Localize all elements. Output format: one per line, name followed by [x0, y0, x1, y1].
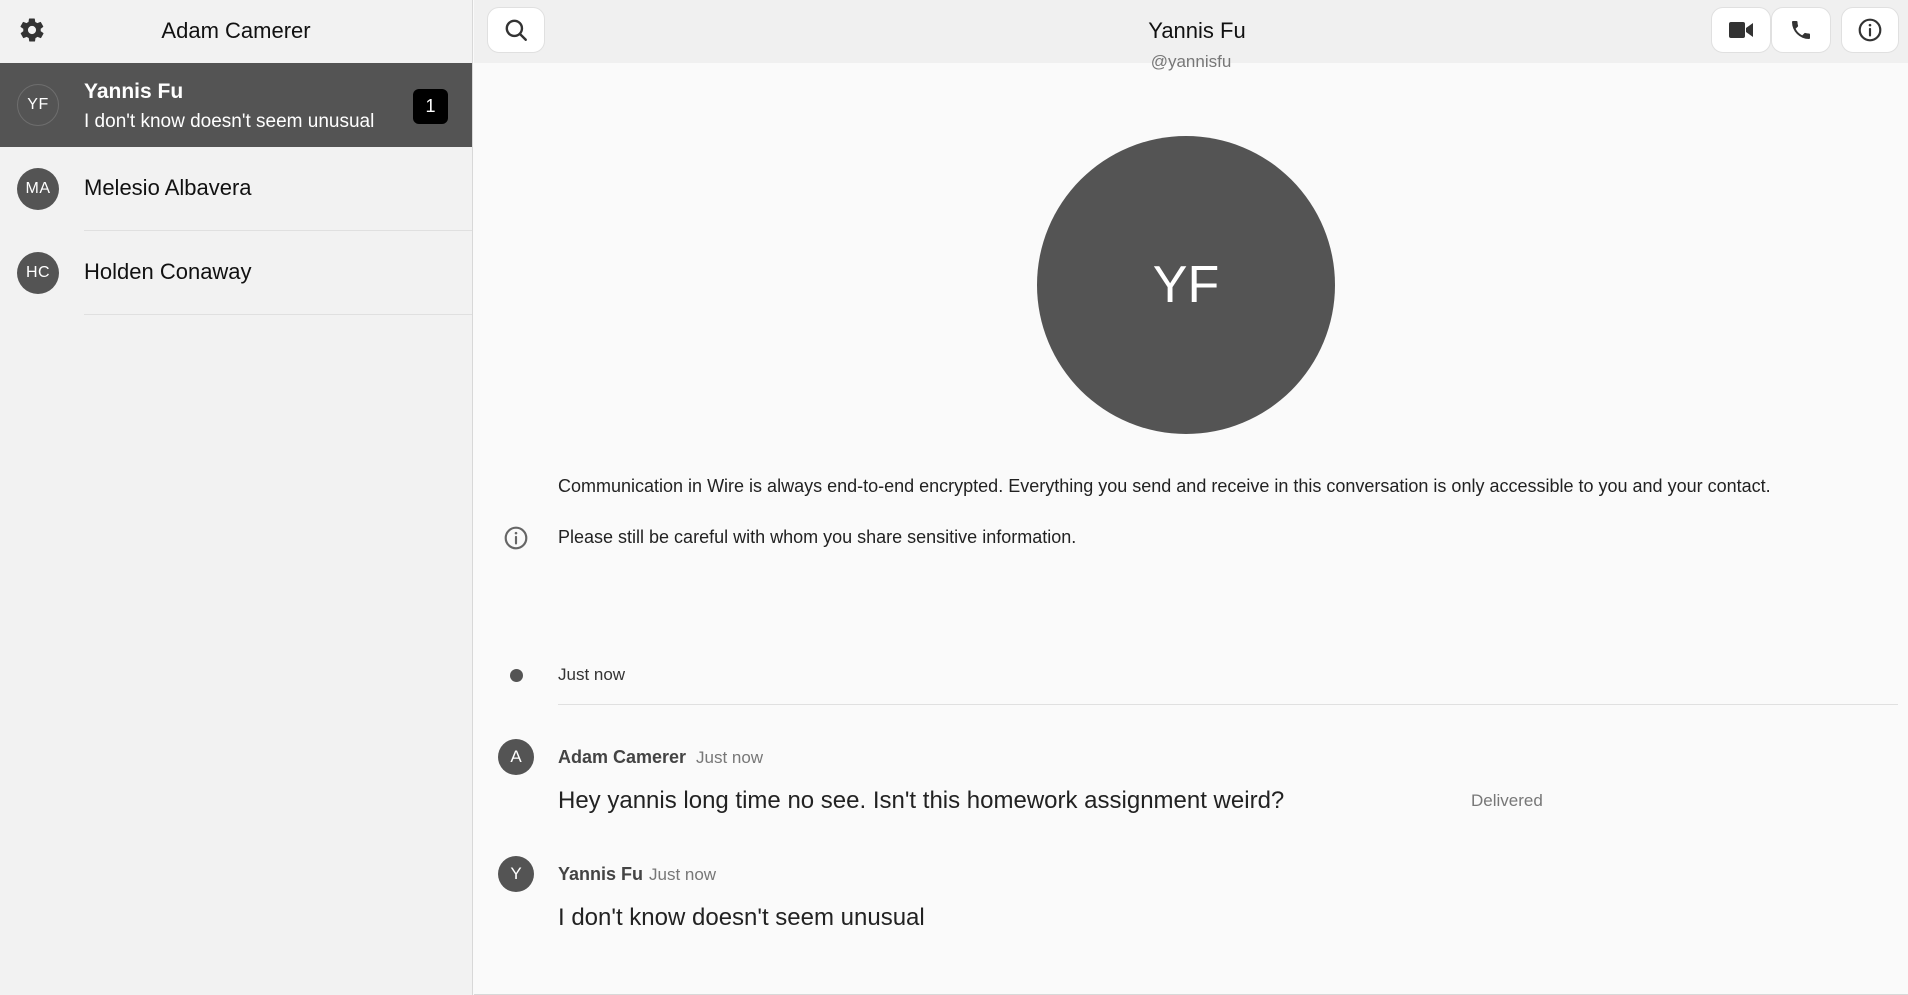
- contact-avatar: YF: [1037, 136, 1335, 434]
- current-user-name: Adam Camerer: [161, 18, 311, 43]
- conversation-info-button[interactable]: [1841, 7, 1899, 53]
- message-sender[interactable]: Yannis Fu: [558, 864, 643, 885]
- avatar: YF: [17, 84, 59, 126]
- conversation-panel: Yannis Fu @yannisfu YF Communication in …: [474, 0, 1908, 995]
- timeline-divider: [558, 704, 1898, 705]
- conversation-name: Melesio Albavera: [84, 175, 252, 200]
- phone-icon: [1792, 21, 1810, 39]
- message-timestamp: Just now: [649, 865, 717, 884]
- message-avatar[interactable]: A: [498, 739, 534, 775]
- conversation-item-yannis-fu[interactable]: YF Yannis Fu I don't know doesn't seem u…: [0, 63, 472, 147]
- message-sender[interactable]: Adam Camerer: [558, 747, 686, 768]
- message-avatar[interactable]: Y: [498, 856, 534, 892]
- encryption-caution: Please still be careful with whom you sh…: [558, 527, 1077, 547]
- conversation-name: Holden Conaway: [84, 259, 252, 284]
- message-status: Delivered: [1471, 791, 1543, 810]
- encryption-notice: Communication in Wire is always end-to-e…: [558, 476, 1771, 496]
- divider: [84, 314, 472, 315]
- last-message-preview: I don't know doesn't seem unusual: [84, 111, 375, 132]
- avatar: MA: [17, 168, 59, 210]
- info-icon: [1858, 18, 1882, 42]
- conversation-item-holden-conaway[interactable]: HC Holden Conaway: [0, 231, 472, 315]
- sidebar-header: Adam Camerer: [0, 0, 472, 63]
- avatar: HC: [17, 252, 59, 294]
- message-text: I don't know doesn't seem unusual: [558, 904, 925, 931]
- message-text: Hey yannis long time no see. Isn't this …: [558, 787, 1285, 814]
- conversation-list: YF Yannis Fu I don't know doesn't seem u…: [0, 63, 472, 315]
- timeline-timestamp: Just now: [558, 665, 626, 684]
- unread-badge: 1: [413, 89, 448, 124]
- contact-handle: @yannisfu: [1150, 52, 1232, 71]
- video-camera-icon: [1729, 22, 1753, 38]
- conversation-title: Yannis Fu: [1148, 18, 1246, 43]
- conversation-sidebar: Adam Camerer YF Yannis Fu I don't know d…: [0, 0, 473, 995]
- message-timestamp: Just now: [696, 748, 764, 767]
- timeline-dot: [510, 669, 523, 682]
- conversation-item-melesio-albavera[interactable]: MA Melesio Albavera: [0, 147, 472, 231]
- video-call-button[interactable]: [1711, 7, 1771, 53]
- info-icon: [504, 526, 528, 550]
- audio-call-button[interactable]: [1771, 7, 1831, 53]
- conversation-name: Yannis Fu: [84, 80, 184, 103]
